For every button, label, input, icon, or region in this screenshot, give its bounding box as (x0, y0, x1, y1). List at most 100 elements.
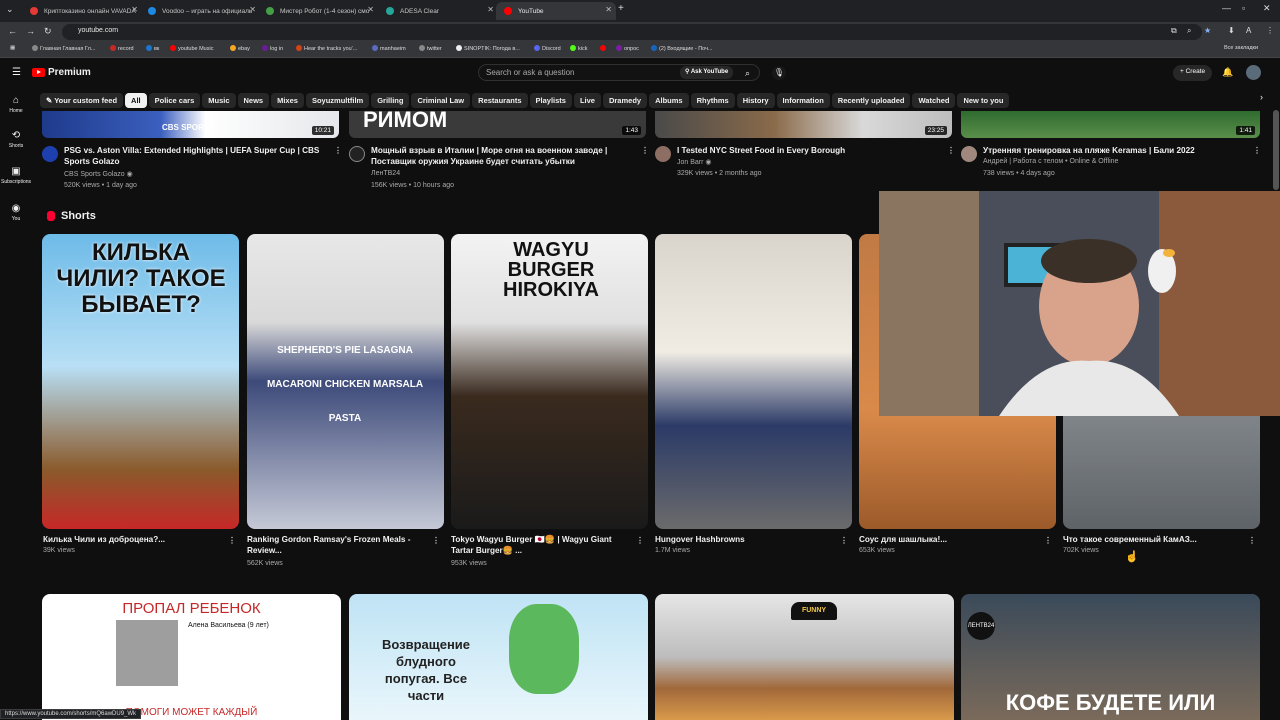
chip[interactable]: Albums (649, 93, 689, 108)
chip-all[interactable]: All (125, 93, 147, 108)
more-actions-icon[interactable]: ⋮ (636, 536, 644, 545)
chip[interactable]: Restaurants (472, 93, 528, 108)
mic-icon[interactable]: 🎙 (772, 66, 786, 80)
youtube-logo[interactable]: Premium (32, 67, 91, 78)
bookmark-item[interactable]: manhaeim (372, 45, 406, 52)
bookmark-item[interactable]: log in (262, 45, 283, 52)
back-icon[interactable]: ← (8, 26, 17, 36)
rail-shorts[interactable]: ⟲ Shorts (0, 130, 32, 149)
short-title[interactable]: Ranking Gordon Ramsay's Frozen Meals - Re… (247, 534, 427, 556)
browser-tab-active[interactable]: YouTube ✕ (496, 2, 616, 20)
video-thumbnail[interactable]: ЛЕНТВ24 КОФЕ БУДЕТЕ ИЛИ (961, 594, 1260, 720)
short-title[interactable]: Килька Чили из доброцена?... (43, 534, 223, 545)
chip[interactable]: Recently uploaded (831, 93, 911, 108)
zoom-icon[interactable]: ⌕ (1187, 26, 1191, 36)
rail-home[interactable]: ⌂ Home (0, 95, 32, 114)
chip[interactable]: Watched (912, 93, 956, 108)
bookmark-item[interactable]: опрос (616, 45, 639, 52)
ask-youtube-button[interactable]: ⚲ Ask YouTube (680, 66, 734, 79)
create-button[interactable]: + Create (1173, 65, 1213, 81)
bookmark-item[interactable]: youtube Music (170, 45, 213, 52)
video-thumbnail[interactable]: 1:41 (961, 111, 1260, 138)
tab-search-icon[interactable]: ⌄ (6, 4, 14, 15)
page-scrollbar[interactable] (1273, 110, 1279, 190)
browser-tab[interactable]: ADESA Clear ✕ (378, 2, 498, 20)
close-tab-icon[interactable]: ✕ (367, 5, 374, 14)
video-title[interactable]: Утренняя тренировка на пляже Keramas | Б… (983, 145, 1195, 156)
close-tab-icon[interactable]: ✕ (487, 5, 494, 14)
close-tab-icon[interactable]: ✕ (131, 5, 138, 14)
channel-name[interactable]: Андрей | Работа с телом • Online & Offli… (983, 158, 1118, 165)
short-title[interactable]: Hungover Hashbrowns (655, 534, 835, 545)
bookmark-item[interactable]: Главная Главная Гл... (32, 45, 95, 52)
rail-you[interactable]: ◉ You (0, 203, 32, 222)
channel-name[interactable]: CBS Sports Golazo ◉ (64, 170, 133, 178)
all-bookmarks[interactable]: Все закладки (1224, 45, 1258, 51)
video-thumbnail[interactable]: 23:25 (655, 111, 952, 138)
bookmark-item[interactable] (600, 45, 608, 52)
close-tab-icon[interactable]: ✕ (249, 5, 256, 14)
more-actions-icon[interactable]: ⋮ (1044, 536, 1052, 545)
video-title[interactable]: Мощный взрыв в Италии | Море огня на вое… (371, 145, 607, 167)
open-in-app-icon[interactable]: ⧉ (1171, 26, 1177, 36)
bookmark-item[interactable]: SINOPTIK: Погода в... (456, 45, 520, 52)
chip[interactable]: Grilling (371, 93, 410, 108)
reload-icon[interactable]: ↻ (44, 26, 52, 37)
video-thumbnail[interactable]: Возвращение блудного попугая. Все части (349, 594, 648, 720)
chip[interactable]: History (736, 93, 775, 108)
bookmark-item[interactable]: Discord (534, 45, 561, 52)
channel-avatar[interactable] (42, 146, 58, 162)
maximize-icon[interactable]: ▫ (1242, 3, 1245, 13)
browser-tab[interactable]: Криптоказино онлайн VAVADA ✕ (22, 2, 142, 20)
more-actions-icon[interactable]: ⋮ (334, 146, 342, 155)
short-title[interactable]: Tokyo Wagyu Burger 🇯🇵🍔 | Wagyu Giant Tart… (451, 534, 631, 556)
url-input[interactable]: youtube.com (62, 24, 1202, 40)
bookmark-item[interactable]: twitter (419, 45, 442, 52)
video-thumbnail[interactable]: ПРОПАЛ РЕБЕНОК Алена Васильева (9 лет) П… (42, 594, 341, 720)
forward-icon[interactable]: → (26, 26, 35, 36)
chip[interactable]: Police cars (148, 93, 201, 108)
downloads-icon[interactable]: ⬇ (1228, 26, 1235, 35)
bookmark-item[interactable]: Hear the tracks you'... (296, 45, 357, 52)
menu-icon[interactable]: ⋮ (1266, 26, 1274, 35)
bookmark-item[interactable]: kick (570, 45, 587, 52)
short-thumbnail[interactable]: WAGYU BURGER HIROKIYA (451, 234, 648, 529)
close-window-icon[interactable]: ✕ (1263, 3, 1271, 14)
hamburger-menu-icon[interactable]: ☰ (12, 67, 21, 78)
chips-next-icon[interactable]: › (1260, 92, 1263, 102)
new-tab-icon[interactable]: + (618, 3, 624, 14)
more-actions-icon[interactable]: ⋮ (840, 536, 848, 545)
more-actions-icon[interactable]: ⋮ (432, 536, 440, 545)
more-actions-icon[interactable]: ⋮ (641, 146, 649, 155)
browser-tab[interactable]: Voodoo – играть на официаль ✕ (140, 2, 260, 20)
browser-tab[interactable]: Мистер Робот (1-4 сезон) смо ✕ (258, 2, 378, 20)
chip[interactable]: News (237, 93, 270, 108)
video-title[interactable]: I Tested NYC Street Food in Every Boroug… (677, 145, 845, 156)
close-tab-icon[interactable]: ✕ (605, 5, 612, 14)
profile-icon[interactable]: A (1246, 26, 1251, 35)
video-title[interactable]: PSG vs. Aston Villa: Extended Highlights… (64, 145, 319, 167)
chip[interactable]: Soyuzmultfilm (305, 93, 370, 108)
short-thumbnail[interactable] (655, 234, 852, 529)
video-thumbnail[interactable]: FUNNY (655, 594, 954, 720)
chip[interactable]: Information (776, 93, 830, 108)
chip[interactable]: Rhythms (690, 93, 735, 108)
bookmark-item[interactable]: (2) Входящие - Поч... (651, 45, 713, 52)
channel-avatar[interactable] (655, 146, 671, 162)
channel-avatar[interactable] (349, 146, 365, 162)
channel-name[interactable]: Jon Barr ◉ (677, 158, 712, 166)
avatar[interactable] (1246, 65, 1261, 80)
chip[interactable]: Playlists (529, 93, 572, 108)
chip[interactable]: New to you (957, 93, 1010, 108)
short-title[interactable]: Соус для шашлыка!... (859, 534, 1039, 545)
bookmark-item[interactable]: record (110, 45, 134, 52)
short-thumbnail[interactable]: SHEPHERD'S PIE LASAGNA MACARONI CHICKEN … (247, 234, 444, 529)
video-thumbnail[interactable]: CBS SPORTS 10:21 (42, 111, 339, 138)
apps-icon[interactable]: ▦ (10, 45, 15, 51)
channel-avatar[interactable] (961, 146, 977, 162)
chip-your-custom-feed[interactable]: ✎ Your custom feed (40, 93, 124, 108)
chip[interactable]: Music (202, 93, 236, 108)
short-thumbnail[interactable]: КИЛЬКА ЧИЛИ? ТАКОЕ БЫВАЕТ? (42, 234, 239, 529)
notifications-bell-icon[interactable]: 🔔 (1222, 67, 1233, 78)
more-actions-icon[interactable]: ⋮ (947, 146, 955, 155)
